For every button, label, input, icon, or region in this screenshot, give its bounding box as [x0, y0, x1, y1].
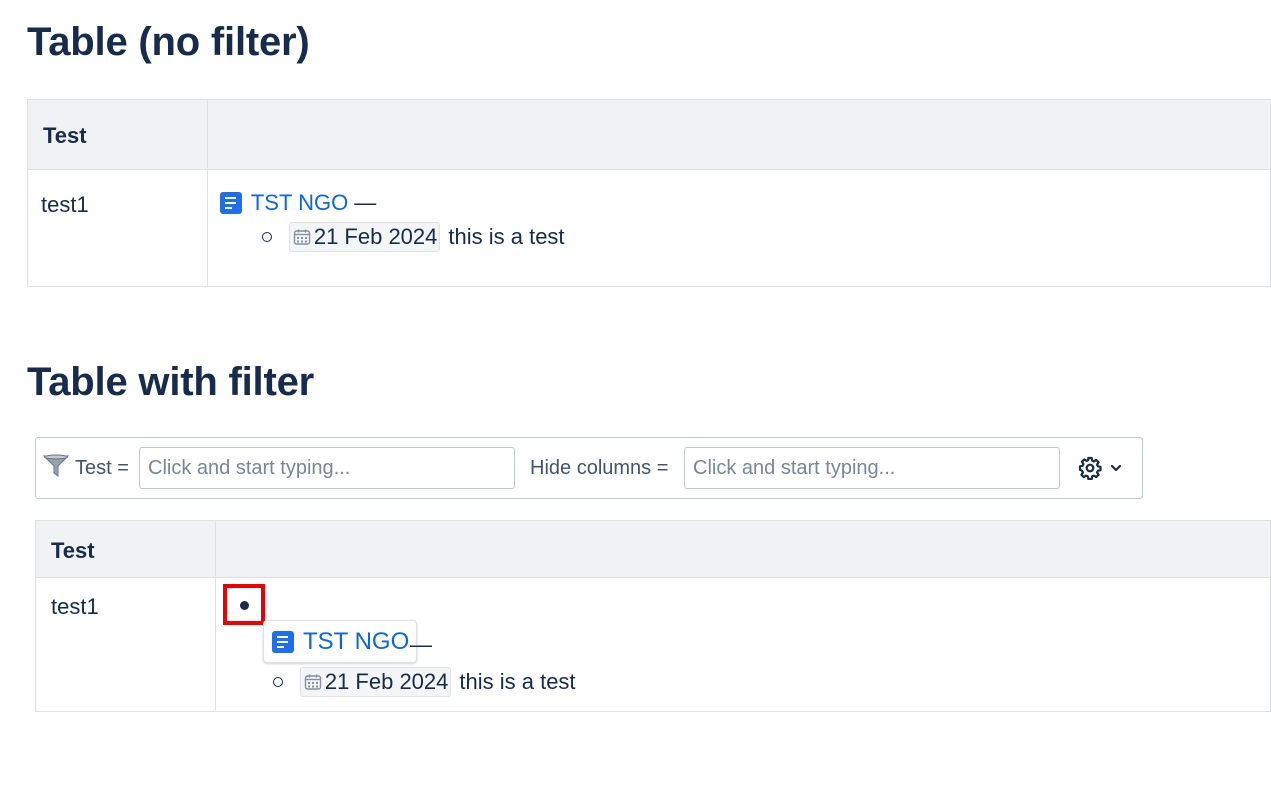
filter-icon	[43, 454, 69, 477]
page-icon	[272, 630, 294, 653]
row-name: test1	[41, 192, 89, 217]
bullet-dot-icon	[240, 601, 249, 610]
page-icon	[219, 192, 242, 214]
table-no-filter: Test test1 TST NGO — 21 Feb 2024 this is…	[27, 99, 1271, 287]
section-title-with-filter: Table with filter	[27, 360, 314, 404]
table-header-row: Test	[35, 520, 1271, 578]
column-header-empty[interactable]	[206, 99, 1271, 170]
column-header-test[interactable]: Test	[35, 520, 216, 578]
page-link-card[interactable]: TST NGO	[263, 620, 418, 663]
column-header-empty[interactable]	[214, 520, 1271, 578]
list-item: 21 Feb 2024 this is a test	[272, 667, 576, 697]
item-description: this is a test	[459, 669, 576, 694]
circle-bullet-icon	[272, 677, 283, 687]
hide-columns-input[interactable]	[684, 447, 1060, 489]
cell-test: test1	[27, 169, 208, 287]
column-header-label: Test	[51, 538, 95, 563]
page-link-row: TST NGO —	[219, 190, 377, 216]
table-row: test1 21 Feb 2024 this is a test	[35, 577, 1271, 712]
separator: —	[410, 632, 432, 657]
chevron-down-icon	[1110, 464, 1122, 472]
calendar-icon	[304, 674, 322, 690]
gear-icon	[1078, 456, 1102, 480]
test-filter-label: Test =	[75, 457, 129, 479]
test-filter-input[interactable]	[139, 447, 515, 489]
hide-columns-label: Hide columns =	[530, 457, 669, 479]
column-header-label: Test	[43, 123, 87, 148]
circle-bullet-icon	[261, 232, 272, 242]
row-name: test1	[51, 594, 99, 619]
date-lozenge[interactable]: 21 Feb 2024	[288, 222, 441, 252]
page-link[interactable]: TST NGO	[251, 190, 348, 216]
item-description: this is a test	[448, 224, 565, 249]
cell-content: TST NGO — 21 Feb 2024 this is a test	[206, 169, 1271, 287]
cell-test: test1	[35, 577, 216, 712]
column-header-test[interactable]: Test	[27, 99, 208, 170]
date-text: 21 Feb 2024	[313, 224, 438, 249]
page-link[interactable]: TST NGO	[303, 628, 409, 656]
separator: —	[354, 190, 377, 215]
table-header-row: Test	[27, 99, 1271, 170]
table-with-filter: Test test1 21 Feb 2024 this is a test	[35, 520, 1271, 712]
date-text: 21 Feb 2024	[324, 669, 449, 694]
page: Table (no filter) Test test1 TST NGO — 2…	[0, 0, 1271, 806]
list-item: 21 Feb 2024 this is a test	[261, 222, 565, 252]
date-lozenge[interactable]: 21 Feb 2024	[299, 667, 452, 697]
calendar-icon	[293, 229, 311, 245]
section-title-no-filter: Table (no filter)	[27, 20, 310, 64]
filter-settings-button[interactable]	[1078, 456, 1124, 480]
table-row: test1 TST NGO — 21 Feb 2024 this is a te…	[27, 169, 1271, 287]
table-filter-bar: Test = Hide columns =	[35, 437, 1143, 499]
